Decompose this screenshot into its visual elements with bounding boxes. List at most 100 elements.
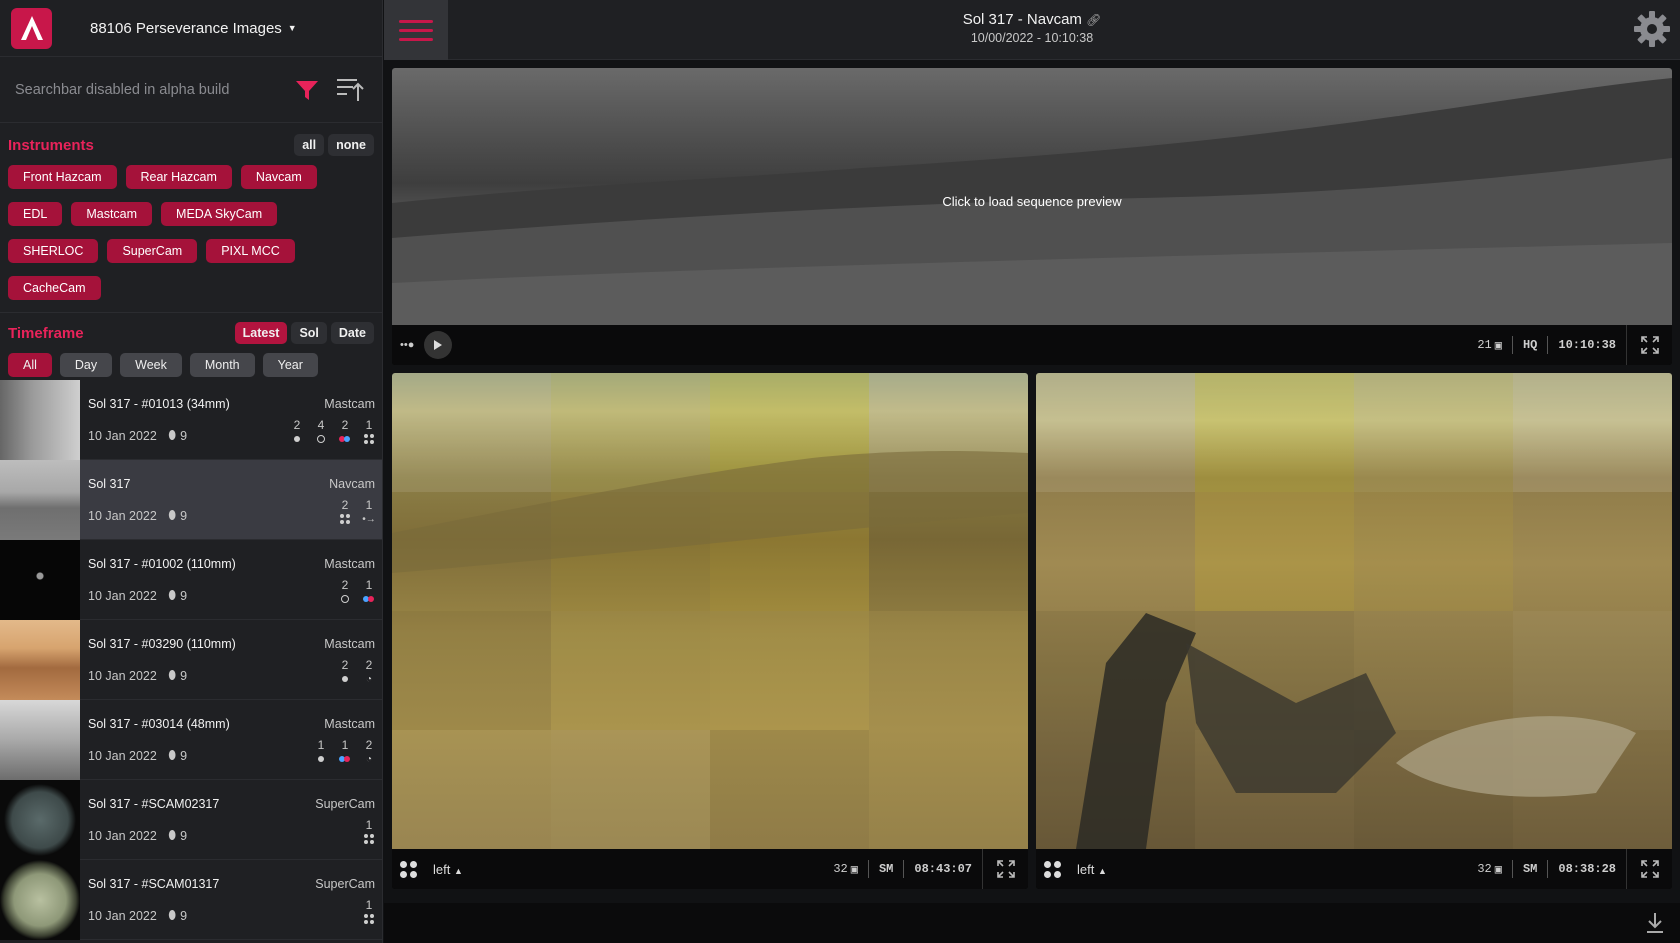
play-icon: [434, 340, 443, 350]
list-thumbnail: [0, 860, 80, 940]
chip-meda-skycam[interactable]: MEDA SkyCam: [161, 202, 278, 226]
pin-icon: ⬮: [168, 588, 177, 602]
range-month[interactable]: Month: [189, 353, 255, 377]
eye-selector[interactable]: left ▲: [433, 862, 463, 877]
gear-icon[interactable]: [1632, 9, 1672, 49]
list-item[interactable]: Sol 317 - #03290 (110mm) Mastcam 10 Jan …: [0, 620, 382, 700]
instruments-section: Instruments all none Front Hazcam Rear H…: [0, 125, 382, 313]
list-item[interactable]: Sol 317 - #03014 (48mm) Mastcam 10 Jan 2…: [0, 700, 382, 780]
list-item[interactable]: Sol 317 - #SCAM01317 SuperCam 10 Jan 202…: [0, 860, 382, 940]
chip-edl[interactable]: EDL: [8, 202, 63, 226]
range-day[interactable]: Day: [59, 353, 113, 377]
image-list: Sol 317 - #01013 (34mm) Mastcam 10 Jan 2…: [0, 380, 382, 940]
list-item-instrument: Mastcam: [324, 397, 375, 411]
list-item-pins: 9: [180, 508, 188, 523]
chip-mastcam[interactable]: Mastcam: [71, 202, 153, 226]
list-item-counts: 2 2 ◔: [339, 658, 375, 685]
eye-selector[interactable]: left ▲: [1077, 862, 1107, 877]
navcam-viewer: Click to load sequence preview ••● 21 ▣ …: [392, 68, 1672, 365]
link-icon[interactable]: 🔗︎: [1086, 13, 1101, 27]
single-dot-icon: [294, 436, 300, 442]
fullscreen-icon: [1640, 336, 1659, 354]
collection-title: 88106 Perseverance Images: [90, 19, 282, 37]
chip-navcam[interactable]: Navcam: [240, 165, 317, 189]
instrument-chips: Front Hazcam Rear Hazcam Navcam EDL Mast…: [0, 165, 382, 313]
list-item-instrument: Mastcam: [324, 637, 375, 651]
mosaic-toggle-icon[interactable]: [1044, 860, 1061, 878]
capture-time: 08:43:07: [914, 862, 972, 876]
mode-date-button[interactable]: Date: [330, 322, 374, 344]
list-item-instrument: SuperCam: [315, 797, 375, 811]
list-item[interactable]: Sol 317 - #SCAM02317 SuperCam 10 Jan 202…: [0, 780, 382, 860]
chip-cachecam[interactable]: CacheCam: [8, 276, 101, 300]
list-item-selected[interactable]: Sol 317 Navcam 10 Jan 2022 ⬮ 9 2 1 •→: [0, 460, 382, 540]
mode-latest-button[interactable]: Latest: [234, 322, 288, 344]
list-item[interactable]: Sol 317 - #01002 (110mm) Mastcam 10 Jan …: [0, 540, 382, 620]
list-item-pins: 9: [180, 428, 188, 443]
mosaic-icon: [340, 514, 350, 524]
fullscreen-button[interactable]: [1626, 325, 1672, 365]
chip-sherloc[interactable]: SHERLOC: [8, 239, 99, 263]
stereo-icon: [339, 436, 350, 442]
fullscreen-icon: [996, 860, 1015, 878]
search-row: [0, 57, 382, 123]
sidebar-header: 88106 Perseverance Images ▼: [0, 0, 382, 57]
count-value: 1: [365, 418, 373, 432]
download-icon[interactable]: [1644, 911, 1666, 935]
left-mosaic-controls: left ▲ 32 ▣ SM 08:43:07: [392, 849, 1028, 889]
list-item-counts: 2 1: [339, 578, 375, 605]
list-item-date: 10 Jan 2022: [88, 908, 157, 923]
collection-selector[interactable]: 88106 Perseverance Images ▼: [90, 20, 297, 37]
sort-button[interactable]: [335, 74, 367, 106]
sequence-icon[interactable]: ••●: [400, 339, 414, 351]
single-dot-icon: [318, 756, 324, 762]
range-year[interactable]: Year: [262, 353, 318, 377]
select-none-button[interactable]: none: [328, 134, 374, 156]
frames-icon: ▣: [1494, 338, 1502, 353]
load-sequence-preview[interactable]: Click to load sequence preview: [392, 194, 1672, 209]
pin-icon: ⬮: [168, 828, 177, 842]
chip-front-hazcam[interactable]: Front Hazcam: [8, 165, 117, 189]
list-item-pins: 9: [180, 588, 188, 603]
range-all[interactable]: All: [8, 353, 52, 377]
eye-label: left: [1077, 861, 1095, 877]
main-area: Sol 317 - Navcam 🔗︎ 10/00/2022 - 10:10:3…: [384, 0, 1680, 943]
count-value: 2: [365, 658, 373, 672]
mosaic-toggle-icon[interactable]: [400, 860, 417, 878]
app-logo[interactable]: [11, 7, 52, 49]
quality-badge[interactable]: SM: [1523, 862, 1537, 876]
filter-button[interactable]: [291, 74, 323, 106]
count-value: 2: [341, 498, 349, 512]
mode-sol-button[interactable]: Sol: [291, 322, 327, 344]
range-week[interactable]: Week: [120, 353, 182, 377]
select-all-button[interactable]: all: [294, 134, 325, 156]
quality-badge[interactable]: HQ: [1523, 338, 1537, 352]
mosaic-icon: [364, 834, 374, 844]
search-input[interactable]: [15, 81, 279, 98]
list-item-title: Sol 317 - #03014 (48mm): [88, 717, 230, 731]
count-value: 2: [341, 658, 349, 672]
right-mosaic-image[interactable]: [1036, 373, 1672, 849]
chip-rear-hazcam[interactable]: Rear Hazcam: [125, 165, 232, 189]
capture-time: 08:38:28: [1558, 862, 1616, 876]
list-item-title: Sol 317 - #01013 (34mm): [88, 397, 230, 411]
header-title-block: Sol 317 - Navcam 🔗︎ 10/00/2022 - 10:10:3…: [384, 11, 1680, 45]
list-item-pins: 9: [180, 668, 188, 683]
fullscreen-button[interactable]: [982, 849, 1028, 889]
frame-count: 32: [833, 862, 848, 876]
filter-icon: [296, 80, 318, 100]
bottom-bar: [384, 903, 1680, 943]
play-button[interactable]: [424, 331, 453, 359]
image-icon: ▣: [850, 862, 858, 877]
sort-icon: [337, 78, 364, 101]
left-mosaic-image[interactable]: [392, 373, 1028, 849]
ring-icon: [317, 435, 325, 443]
chip-pixl-mcc[interactable]: PIXL MCC: [206, 239, 295, 263]
quality-badge[interactable]: SM: [879, 862, 893, 876]
stereo-icon: [339, 756, 350, 762]
list-item[interactable]: Sol 317 - #01013 (34mm) Mastcam 10 Jan 2…: [0, 380, 382, 460]
chip-supercam[interactable]: SuperCam: [107, 239, 198, 263]
list-item-instrument: SuperCam: [315, 877, 375, 891]
main-header: Sol 317 - Navcam 🔗︎ 10/00/2022 - 10:10:3…: [384, 0, 1680, 60]
fullscreen-button[interactable]: [1626, 849, 1672, 889]
